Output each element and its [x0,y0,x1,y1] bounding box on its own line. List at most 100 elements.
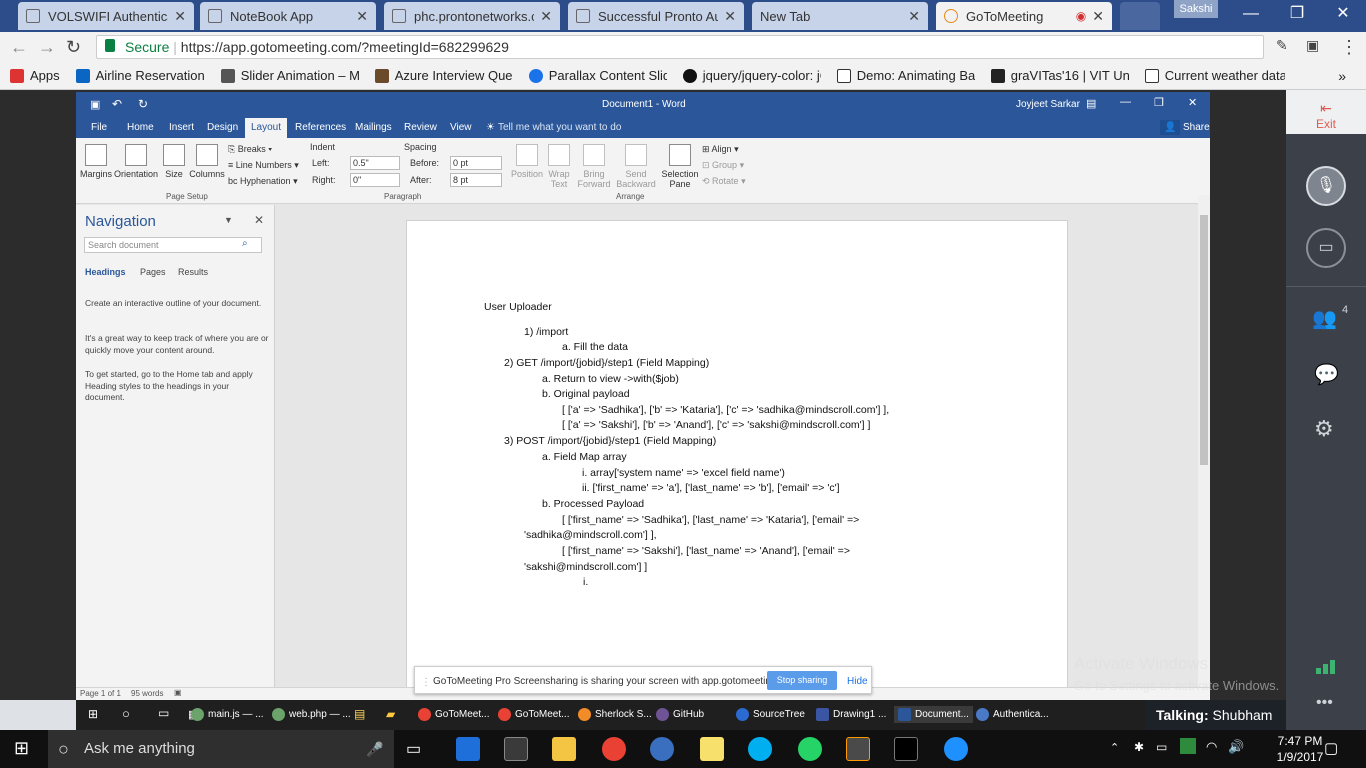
document-line[interactable]: 'sakshi@mindscroll.com'] ] [524,561,647,573]
extension-icon[interactable]: ✎ [1276,37,1288,54]
orientation-button[interactable]: Orientation [113,144,159,179]
microphone-icon[interactable]: 🎤 [366,730,383,768]
settings-gear-icon[interactable]: ⚙ [1314,416,1334,442]
app-tray-icon[interactable] [1180,738,1196,754]
nav-tab-pages[interactable]: Pages [140,267,166,277]
windows-start-icon[interactable]: ⊞ [14,738,29,759]
browser-tab-new[interactable]: New Tab ✕ [752,2,928,30]
attendees-icon[interactable]: 👥 [1312,306,1337,331]
word-count[interactable]: 95 words [131,689,163,698]
taskbar-item[interactable]: main.js — ... [191,708,264,721]
stop-sharing-button[interactable]: Stop sharing [767,671,837,690]
send-backward-button[interactable]: Send Backward [612,144,660,189]
document-line[interactable]: [ ['a' => 'Sakshi'], ['b' => 'Anand'], [… [562,419,870,431]
columns-button[interactable]: Columns [189,144,225,179]
close-tab-icon[interactable]: ✕ [174,8,186,25]
save-icon[interactable]: ▣ [90,98,100,111]
vertical-scrollbar[interactable] [1198,195,1210,687]
spacing-after-input[interactable]: 8 pt [450,173,502,187]
tab-design[interactable]: Design [207,122,238,133]
browser-tab-gotomeeting[interactable]: GoToMeeting ◉ ✕ [936,2,1112,30]
bookmark-apps[interactable]: Apps [10,68,60,83]
browser-tab-pronto[interactable]: phc.prontonetworks.co ✕ [384,2,560,30]
tab-references[interactable]: References [295,122,346,133]
taskbar-item[interactable]: Authentica... [976,708,1049,721]
close-tab-icon[interactable]: ✕ [908,8,920,25]
sticky-notes-icon[interactable]: ▤ [354,707,365,721]
document-line[interactable]: 1) /import [524,326,568,338]
proofing-icon[interactable]: ▣ [174,688,182,697]
indent-right-input[interactable]: 0" [350,173,400,187]
volume-icon[interactable]: 🔊 [1228,739,1244,755]
undo-icon[interactable]: ↶ [112,97,122,111]
minimize-icon[interactable]: — [1120,96,1131,108]
taskbar-item[interactable]: GitHub [656,708,704,721]
tab-layout[interactable]: Layout [245,118,288,138]
user-name[interactable]: Joyjeet Sarkar [1016,99,1080,110]
wifi-icon[interactable]: ◠ [1206,739,1217,755]
tab-mailings[interactable]: Mailings [355,122,392,133]
extension-icon[interactable]: ▣ [1306,37,1319,54]
document-line[interactable]: [ ['first_name' => 'Sadhika'], ['last_na… [562,514,859,526]
redo-icon[interactable]: ↻ [138,97,148,111]
show-hidden-icons[interactable]: ⌃ [1110,741,1119,754]
position-button[interactable]: Position [508,144,546,179]
bring-forward-button[interactable]: Bring Forward [576,144,612,189]
document-line[interactable]: [ ['first_name' => 'Sakshi'], ['last_nam… [562,545,850,557]
document-line[interactable]: 'sadhika@mindscroll.com'] ], [524,529,657,541]
cortana-icon[interactable]: ○ [122,706,130,721]
sublime-icon[interactable] [846,737,870,761]
margins-button[interactable]: Margins [79,144,113,179]
browser-tab-pronto-auth[interactable]: Successful Pronto Auth ✕ [568,2,744,30]
task-view-icon[interactable]: ▭ [158,706,169,720]
spacing-before-input[interactable]: 0 pt [450,156,502,170]
edge-icon[interactable] [456,737,480,761]
taskbar-item[interactable]: GoToMeet... [418,708,489,721]
search-document-input[interactable]: Search document [84,237,262,253]
internet-explorer-icon[interactable] [944,737,968,761]
size-button[interactable]: Size [162,144,186,179]
chat-icon[interactable]: 💬 [1314,362,1339,387]
close-pane-icon[interactable]: ✕ [254,213,264,227]
nav-tab-headings[interactable]: Headings [85,267,126,277]
hide-button[interactable]: Hide [847,676,868,687]
system-clock[interactable]: 7:47 PM 1/9/2017 [1270,733,1330,765]
close-tab-icon[interactable]: ✕ [540,8,552,25]
back-icon[interactable]: ← [10,37,28,58]
chrome-icon[interactable] [602,737,626,761]
pane-options-icon[interactable]: ▼ [224,215,233,225]
bookmark-item[interactable]: Airline Reservation [75,68,205,83]
share-button[interactable]: Share [1183,122,1210,133]
taskbar-item-active[interactable]: Document... [894,706,973,723]
store-icon[interactable] [504,737,528,761]
battery-icon[interactable]: ▭ [1156,740,1167,754]
bookmark-item[interactable]: Parallax Content Slide [528,68,667,83]
share-icon[interactable]: 👤 [1160,120,1181,135]
cortana-search-box[interactable]: ○ Ask me anything 🎤 [48,730,394,768]
document-line[interactable]: i. [583,576,588,588]
menu-icon[interactable]: ⋮ [1340,37,1358,58]
document-line[interactable]: a. Return to view ->with($job) [542,373,679,385]
hyphenation-button[interactable]: bc Hyphenation ▾ [228,176,298,187]
terminal-icon[interactable] [894,737,918,761]
document-line[interactable]: b. Original payload [542,388,630,400]
restore-icon[interactable]: ❐ [1274,0,1320,30]
tab-insert[interactable]: Insert [169,122,194,133]
profile-badge[interactable]: Sakshi [1174,0,1218,18]
taskbar-item[interactable]: GoToMeet... [498,708,569,721]
line-numbers-button[interactable]: ≡ Line Numbers ▾ [228,160,299,171]
notifications-icon[interactable]: ▢ [1324,739,1338,757]
windows-logo-icon[interactable]: ⊞ [88,707,98,721]
bookmark-item[interactable]: Current weather data [1144,68,1285,83]
taskbar-item[interactable]: Sherlock S... [578,708,652,721]
forward-icon[interactable]: → [38,37,56,58]
ribbon-display-icon[interactable]: ▤ [1086,97,1096,110]
scrollbar-thumb[interactable] [1200,215,1208,465]
selection-pane-button[interactable]: Selection Pane [660,144,700,189]
document-line[interactable]: i. array['system name' => 'excel field n… [582,467,785,479]
skype-icon[interactable] [748,737,772,761]
file-explorer-icon[interactable] [552,737,576,761]
sticky-notes-icon[interactable] [700,737,724,761]
bookmark-item[interactable]: Azure Interview Quest [374,68,513,83]
drag-handle-icon[interactable]: ⋮ [421,677,431,688]
